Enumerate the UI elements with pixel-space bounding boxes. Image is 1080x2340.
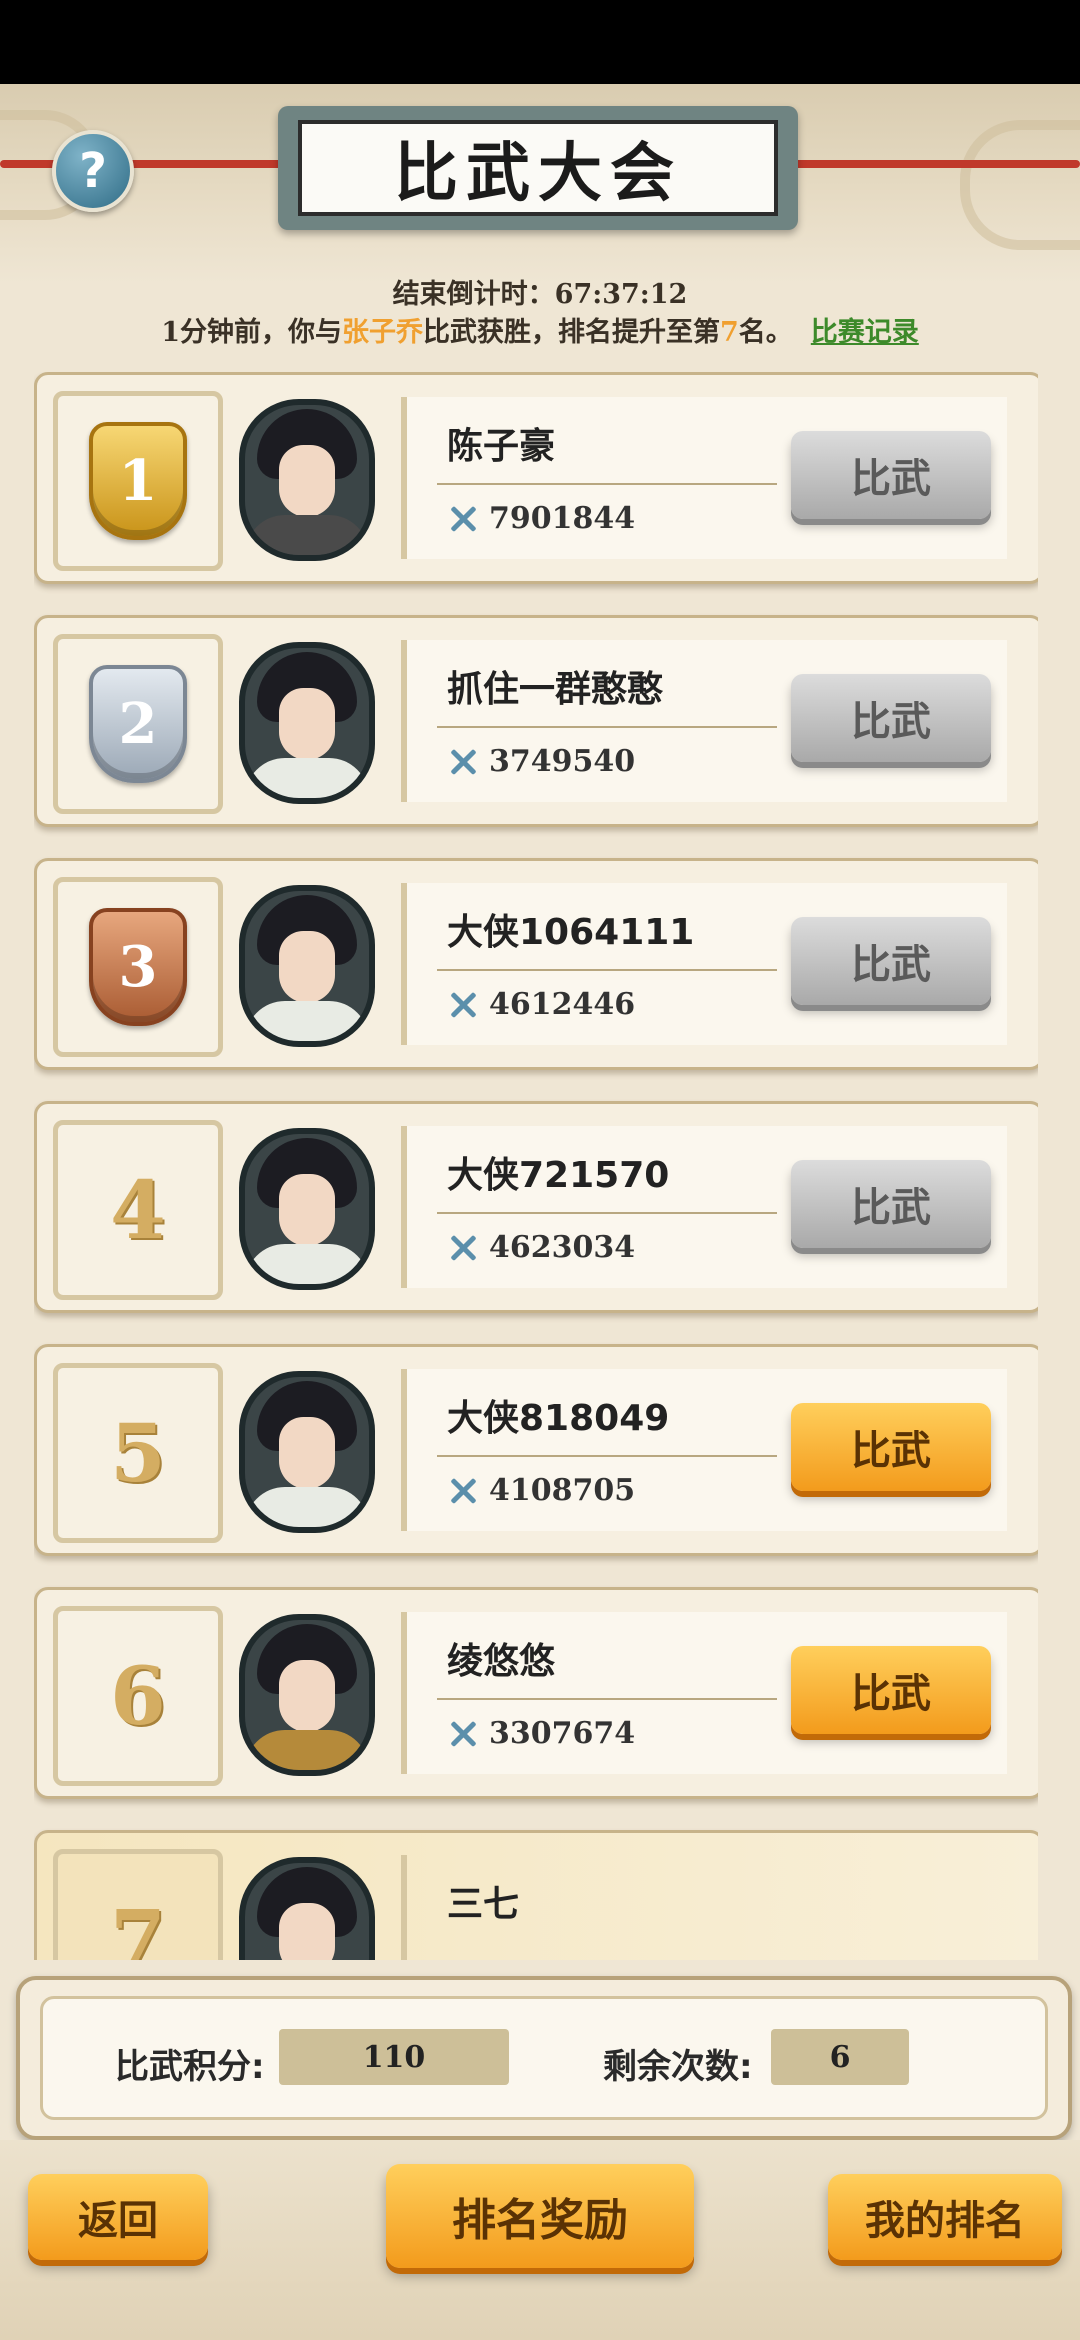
avatar[interactable] (239, 399, 375, 561)
power: 4623034 (447, 1230, 635, 1265)
battle-notice: 1分钟前，你与张子乔比武获胜，排名提升至第7名。 比赛记录 (0, 310, 1080, 349)
rank-badge-box: 1 (53, 391, 223, 571)
avatar[interactable] (239, 642, 375, 804)
power-value: 4612446 (489, 987, 636, 1022)
ranking-row: 5 大侠818049 4108705 比武 (34, 1344, 1038, 1556)
player-name: 绫悠悠 (447, 1641, 556, 1682)
help-button[interactable]: ? (52, 130, 134, 212)
rank-badge-box: 4 (53, 1120, 223, 1300)
crossed-swords-icon (447, 746, 479, 778)
status-bar (0, 0, 1080, 84)
cloud-decoration (960, 120, 1080, 250)
challenge-button[interactable]: 比武 (791, 917, 991, 1005)
player-name: 三七 (447, 1884, 520, 1925)
ranking-row: 2 抓住一群憨憨 3749540 比武 (34, 615, 1038, 827)
player-name: 陈子豪 (447, 426, 556, 467)
challenge-button[interactable]: 比武 (791, 1160, 991, 1248)
power: 4612446 (447, 987, 635, 1022)
avatar[interactable] (239, 1614, 375, 1776)
power-value: 3749540 (489, 744, 636, 779)
gold-medal-icon: 1 (89, 422, 187, 540)
points-value: 110 (279, 2029, 509, 2085)
ranking-row: 4 大侠721570 4623034 比武 (34, 1101, 1038, 1313)
avatar[interactable] (239, 1128, 375, 1290)
divider (437, 1212, 777, 1214)
divider (437, 969, 777, 971)
notice-prefix: 1分钟前，你与 (161, 317, 342, 348)
question-icon: ? (79, 143, 107, 199)
rank-number: 6 (110, 1649, 166, 1743)
avatar[interactable] (239, 1857, 375, 1960)
notice-rank: 7 (720, 317, 739, 348)
power: 3307674 (447, 1716, 635, 1751)
crossed-swords-icon (447, 989, 479, 1021)
ranking-row: 6 绫悠悠 3307674 比武 (34, 1587, 1038, 1799)
page-title: 比武大会 (394, 136, 682, 211)
player-name: 大侠818049 (447, 1398, 670, 1439)
ranking-row: 3 大侠1064111 4612446 比武 (34, 858, 1038, 1070)
bronze-medal-icon: 3 (89, 908, 187, 1026)
screen: ? 比武大会 结束倒计时：67:37:12 1分钟前，你与张子乔比武获胜，排名提… (0, 0, 1080, 2340)
power: 7901844 (447, 501, 635, 536)
rank-number: 4 (110, 1163, 166, 1257)
player-info: 三七 (401, 1855, 1007, 1960)
ranking-row-self: 7 三七 (34, 1830, 1038, 1960)
challenge-button[interactable]: 比武 (791, 1403, 991, 1491)
notice-opponent: 张子乔 (342, 317, 423, 348)
countdown-value: 67:37:12 (554, 279, 688, 310)
my-ranking-button[interactable]: 我的排名 (828, 2174, 1062, 2260)
divider (437, 1455, 777, 1457)
avatar[interactable] (239, 885, 375, 1047)
remaining-label: 剩余次数: (603, 2047, 753, 2087)
points-label: 比武积分: (115, 2047, 265, 2087)
divider (437, 726, 777, 728)
remaining-value: 6 (771, 2029, 909, 2085)
challenge-button[interactable]: 比武 (791, 674, 991, 762)
ranking-rewards-button[interactable]: 排名奖励 (386, 2164, 694, 2268)
silver-medal-icon: 2 (89, 665, 187, 783)
divider (437, 1698, 777, 1700)
power-value: 4623034 (489, 1230, 636, 1265)
rank-badge-box: 3 (53, 877, 223, 1057)
power-value: 4108705 (489, 1473, 636, 1508)
score-inner: 比武积分: 110 剩余次数: 6 (40, 1996, 1048, 2120)
countdown-label: 结束倒计时： (392, 279, 555, 310)
rank-badge-box: 2 (53, 634, 223, 814)
power: 3749540 (447, 744, 635, 779)
rope-right (780, 160, 1080, 168)
notice-middle: 比武获胜，排名提升至第 (423, 317, 720, 348)
rank-badge-box: 6 (53, 1606, 223, 1786)
rank-badge-box: 5 (53, 1363, 223, 1543)
ranking-list[interactable]: 1 陈子豪 7901844 比武 2 抓住一群憨憨 3749540 比武 3 大… (34, 372, 1038, 1960)
title-plate: 比武大会 (278, 106, 798, 230)
crossed-swords-icon (447, 1718, 479, 1750)
power: 4108705 (447, 1473, 635, 1508)
player-name: 抓住一群憨憨 (447, 669, 664, 710)
back-button[interactable]: 返回 (28, 2174, 208, 2260)
crossed-swords-icon (447, 503, 479, 535)
title-frame: 比武大会 (298, 120, 778, 216)
divider (437, 483, 777, 485)
player-name: 大侠1064111 (447, 912, 695, 953)
rank-number: 5 (110, 1406, 166, 1500)
rank-badge-box: 7 (53, 1849, 223, 1960)
player-name: 大侠721570 (447, 1155, 670, 1196)
challenge-button[interactable]: 比武 (791, 431, 991, 519)
power-value: 7901844 (489, 501, 636, 536)
power-value: 3307674 (489, 1716, 636, 1751)
rope-left (0, 160, 300, 168)
notice-suffix: 名。 (738, 317, 793, 348)
challenge-button[interactable]: 比武 (791, 1646, 991, 1734)
score-panel: 比武积分: 110 剩余次数: 6 (16, 1976, 1072, 2140)
crossed-swords-icon (447, 1475, 479, 1507)
crossed-swords-icon (447, 1232, 479, 1264)
ranking-row: 1 陈子豪 7901844 比武 (34, 372, 1038, 584)
avatar[interactable] (239, 1371, 375, 1533)
rank-number: 7 (110, 1892, 166, 1960)
match-record-link[interactable]: 比赛记录 (811, 317, 919, 348)
countdown: 结束倒计时：67:37:12 (0, 272, 1080, 311)
